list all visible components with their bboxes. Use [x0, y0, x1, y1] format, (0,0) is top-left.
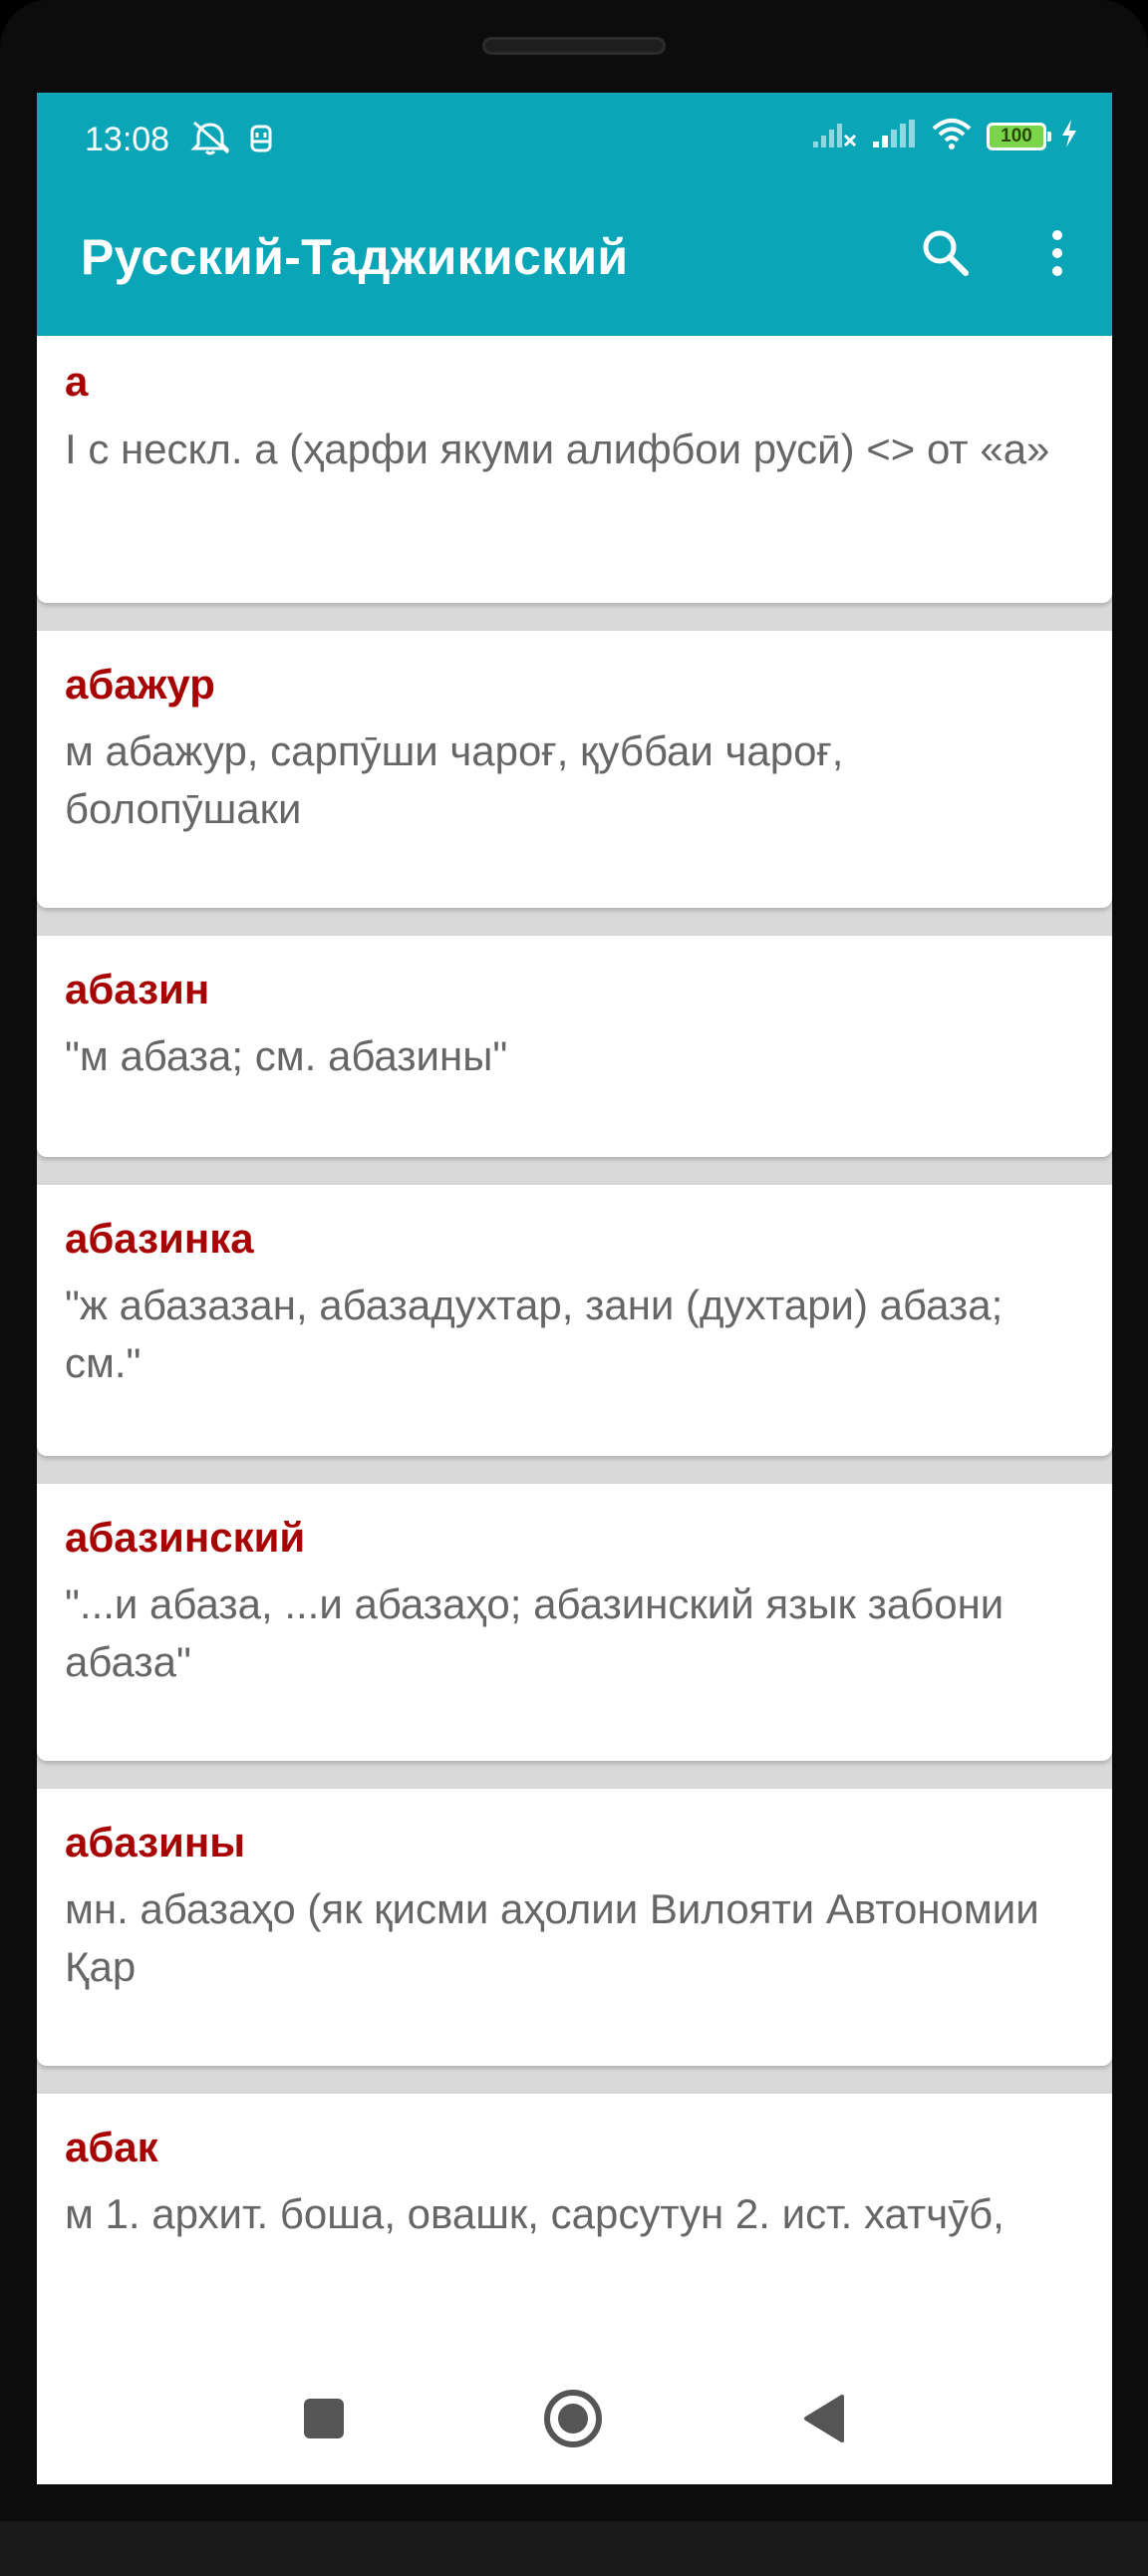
- charging-bolt-icon: [1060, 119, 1078, 153]
- entry-word: а: [65, 358, 89, 405]
- back-triangle-icon: [804, 2395, 844, 2442]
- entry-word: абак: [65, 2124, 158, 2170]
- entry-word: абазин: [65, 966, 210, 1012]
- search-button[interactable]: [911, 218, 981, 288]
- entry-word: абазинка: [65, 1215, 254, 1262]
- signal-weak-icon: [811, 118, 857, 154]
- entry-definition: мн. абазаҳо (як қисми аҳолии Вилояти Авт…: [65, 1885, 1039, 1990]
- list-item[interactable]: абазинка "ж абазазан, абазадухтар, зани …: [37, 1185, 1112, 1456]
- entry-definition: "...и абаза, ...и абазаҳо; абазинский яз…: [65, 1580, 1004, 1685]
- entry-definition: м абажур, сарпӯши чароғ, қуббаи чароғ, б…: [65, 727, 844, 832]
- list-item[interactable]: абазины мн. абазаҳо (як қисми аҳолии Вил…: [37, 1789, 1112, 2066]
- wifi-icon: [931, 117, 973, 155]
- screen: 13:08 100 Русский-Таджикиский а I с неск…: [37, 93, 1112, 2484]
- entry-word: абажур: [65, 661, 215, 708]
- app-title: Русский-Таджикиский: [81, 229, 629, 285]
- entry-definition: I с нескл. а (ҳарфи якуми алифбои русӣ) …: [65, 426, 1050, 472]
- speaker-grille: [482, 37, 666, 55]
- list-item[interactable]: абазинский "...и абаза, ...и абазаҳо; аб…: [37, 1484, 1112, 1761]
- more-vert-icon: [1052, 230, 1062, 276]
- battery-icon: 100: [987, 122, 1051, 150]
- list-item[interactable]: абажур м абажур, сарпӯши чароғ, қуббаи ч…: [37, 631, 1112, 908]
- alarm-off-icon: [188, 119, 232, 161]
- status-bar: 13:08 100: [37, 93, 1112, 190]
- navigation-bar: [37, 2353, 1112, 2484]
- usb-icon: [248, 121, 274, 159]
- entry-word: абазины: [65, 1819, 246, 1865]
- status-time: 13:08: [85, 121, 170, 158]
- more-options-button[interactable]: [1022, 218, 1092, 288]
- home-button[interactable]: [535, 2381, 611, 2456]
- recents-button[interactable]: [286, 2381, 362, 2456]
- app-actions: [911, 218, 1092, 288]
- search-icon: [923, 230, 969, 276]
- app-bar: Русский-Таджикиский: [37, 190, 1112, 336]
- list-item[interactable]: абазин "м абаза; см. абазины": [37, 936, 1112, 1157]
- signal-icon: [871, 118, 917, 154]
- back-button[interactable]: [786, 2381, 862, 2456]
- status-left-icons: [188, 119, 274, 161]
- list-item[interactable]: абак м 1. архит. боша, овашк, сарсутун 2…: [37, 2094, 1112, 2393]
- entry-word: абазинский: [65, 1514, 306, 1561]
- entry-definition: "ж абазазан, абазадухтар, зани (духтари)…: [65, 1282, 1004, 1386]
- home-circle-icon: [544, 2390, 602, 2447]
- entry-definition: м 1. архит. боша, овашк, сарсутун 2. ист…: [65, 2190, 1004, 2237]
- status-right-icons: 100: [811, 117, 1078, 155]
- list-item[interactable]: а I с нескл. а (ҳарфи якуми алифбои русӣ…: [37, 336, 1112, 603]
- recents-square-icon: [304, 2399, 344, 2438]
- entry-definition: "м абаза; см. абазины": [65, 1032, 508, 1079]
- phone-frame-bottom: [0, 2521, 1148, 2576]
